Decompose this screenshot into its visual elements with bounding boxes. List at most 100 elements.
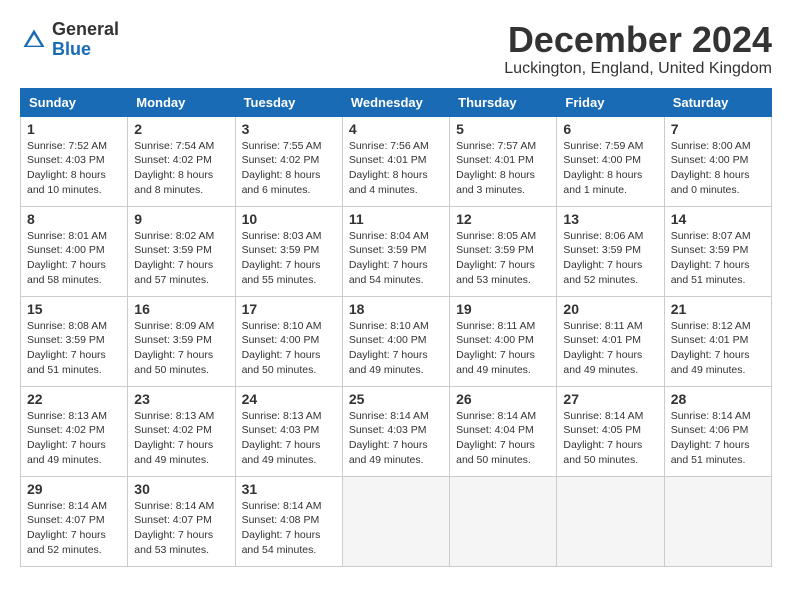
day-number: 3 xyxy=(242,121,336,137)
sunrise-label: Sunrise: 8:13 AM xyxy=(27,410,107,422)
day-number: 13 xyxy=(563,211,657,227)
day-info: Sunrise: 8:14 AM Sunset: 4:04 PM Dayligh… xyxy=(456,409,550,468)
day-number: 14 xyxy=(671,211,765,227)
sunset-label: Sunset: 4:07 PM xyxy=(134,514,212,526)
sunrise-label: Sunrise: 8:00 AM xyxy=(671,140,751,152)
calendar-day-cell: 30 Sunrise: 8:14 AM Sunset: 4:07 PM Dayl… xyxy=(128,476,235,566)
sunrise-label: Sunrise: 8:02 AM xyxy=(134,230,214,242)
sunrise-label: Sunrise: 8:11 AM xyxy=(456,320,535,332)
calendar-day-cell: 15 Sunrise: 8:08 AM Sunset: 3:59 PM Dayl… xyxy=(21,296,128,386)
sunrise-label: Sunrise: 8:14 AM xyxy=(27,500,107,512)
sunrise-label: Sunrise: 7:56 AM xyxy=(349,140,429,152)
calendar-week-row: 15 Sunrise: 8:08 AM Sunset: 3:59 PM Dayl… xyxy=(21,296,772,386)
day-info: Sunrise: 8:02 AM Sunset: 3:59 PM Dayligh… xyxy=(134,229,228,288)
calendar-day-cell: 13 Sunrise: 8:06 AM Sunset: 3:59 PM Dayl… xyxy=(557,206,664,296)
sunset-label: Sunset: 3:59 PM xyxy=(671,244,749,256)
sunset-label: Sunset: 4:00 PM xyxy=(456,334,534,346)
day-number: 29 xyxy=(27,481,121,497)
daylight-label: Daylight: 7 hours and 53 minutes. xyxy=(134,529,213,556)
sunset-label: Sunset: 4:03 PM xyxy=(27,154,105,166)
day-number: 22 xyxy=(27,391,121,407)
sunset-label: Sunset: 4:00 PM xyxy=(242,334,320,346)
daylight-label: Daylight: 7 hours and 55 minutes. xyxy=(242,259,321,286)
sunrise-label: Sunrise: 8:06 AM xyxy=(563,230,643,242)
calendar-day-cell: 19 Sunrise: 8:11 AM Sunset: 4:00 PM Dayl… xyxy=(450,296,557,386)
day-info: Sunrise: 8:09 AM Sunset: 3:59 PM Dayligh… xyxy=(134,319,228,378)
calendar-day-cell: 10 Sunrise: 8:03 AM Sunset: 3:59 PM Dayl… xyxy=(235,206,342,296)
day-number: 15 xyxy=(27,301,121,317)
sunrise-label: Sunrise: 7:55 AM xyxy=(242,140,322,152)
calendar-day-cell: 14 Sunrise: 8:07 AM Sunset: 3:59 PM Dayl… xyxy=(664,206,771,296)
day-number: 1 xyxy=(27,121,121,137)
sunset-label: Sunset: 4:06 PM xyxy=(671,424,749,436)
sunset-label: Sunset: 3:59 PM xyxy=(27,334,105,346)
day-number: 17 xyxy=(242,301,336,317)
day-info: Sunrise: 8:14 AM Sunset: 4:07 PM Dayligh… xyxy=(134,499,228,558)
calendar-day-cell: 25 Sunrise: 8:14 AM Sunset: 4:03 PM Dayl… xyxy=(342,386,449,476)
col-saturday: Saturday xyxy=(664,88,771,116)
month-year-title: December 2024 xyxy=(504,20,772,60)
day-info: Sunrise: 8:12 AM Sunset: 4:01 PM Dayligh… xyxy=(671,319,765,378)
daylight-label: Daylight: 8 hours and 1 minute. xyxy=(563,169,642,196)
sunrise-label: Sunrise: 8:13 AM xyxy=(242,410,322,422)
sunrise-label: Sunrise: 7:54 AM xyxy=(134,140,214,152)
day-number: 24 xyxy=(242,391,336,407)
day-info: Sunrise: 7:52 AM Sunset: 4:03 PM Dayligh… xyxy=(27,139,121,198)
calendar-table: Sunday Monday Tuesday Wednesday Thursday… xyxy=(20,88,772,567)
day-number: 12 xyxy=(456,211,550,227)
logo: General Blue xyxy=(20,20,119,60)
day-number: 11 xyxy=(349,211,443,227)
calendar-empty-cell xyxy=(342,476,449,566)
day-number: 28 xyxy=(671,391,765,407)
day-info: Sunrise: 8:05 AM Sunset: 3:59 PM Dayligh… xyxy=(456,229,550,288)
sunset-label: Sunset: 4:05 PM xyxy=(563,424,641,436)
col-thursday: Thursday xyxy=(450,88,557,116)
day-number: 7 xyxy=(671,121,765,137)
calendar-header-row: Sunday Monday Tuesday Wednesday Thursday… xyxy=(21,88,772,116)
calendar-empty-cell xyxy=(664,476,771,566)
daylight-label: Daylight: 7 hours and 51 minutes. xyxy=(671,259,750,286)
daylight-label: Daylight: 7 hours and 50 minutes. xyxy=(134,349,213,376)
daylight-label: Daylight: 7 hours and 57 minutes. xyxy=(134,259,213,286)
day-number: 2 xyxy=(134,121,228,137)
sunrise-label: Sunrise: 8:10 AM xyxy=(349,320,429,332)
day-info: Sunrise: 8:11 AM Sunset: 4:00 PM Dayligh… xyxy=(456,319,550,378)
col-sunday: Sunday xyxy=(21,88,128,116)
daylight-label: Daylight: 7 hours and 52 minutes. xyxy=(27,529,106,556)
daylight-label: Daylight: 7 hours and 49 minutes. xyxy=(563,349,642,376)
day-number: 31 xyxy=(242,481,336,497)
sunrise-label: Sunrise: 7:52 AM xyxy=(27,140,107,152)
sunset-label: Sunset: 3:59 PM xyxy=(349,244,427,256)
daylight-label: Daylight: 8 hours and 10 minutes. xyxy=(27,169,106,196)
day-number: 21 xyxy=(671,301,765,317)
sunrise-label: Sunrise: 7:57 AM xyxy=(456,140,536,152)
daylight-label: Daylight: 8 hours and 8 minutes. xyxy=(134,169,213,196)
sunrise-label: Sunrise: 8:08 AM xyxy=(27,320,107,332)
daylight-label: Daylight: 7 hours and 53 minutes. xyxy=(456,259,535,286)
calendar-week-row: 22 Sunrise: 8:13 AM Sunset: 4:02 PM Dayl… xyxy=(21,386,772,476)
title-block: December 2024 Luckington, England, Unite… xyxy=(504,20,772,78)
calendar-day-cell: 9 Sunrise: 8:02 AM Sunset: 3:59 PM Dayli… xyxy=(128,206,235,296)
day-info: Sunrise: 8:10 AM Sunset: 4:00 PM Dayligh… xyxy=(349,319,443,378)
daylight-label: Daylight: 7 hours and 49 minutes. xyxy=(134,439,213,466)
calendar-day-cell: 8 Sunrise: 8:01 AM Sunset: 4:00 PM Dayli… xyxy=(21,206,128,296)
sunset-label: Sunset: 4:03 PM xyxy=(349,424,427,436)
calendar-week-row: 8 Sunrise: 8:01 AM Sunset: 4:00 PM Dayli… xyxy=(21,206,772,296)
day-info: Sunrise: 8:13 AM Sunset: 4:02 PM Dayligh… xyxy=(27,409,121,468)
day-info: Sunrise: 8:14 AM Sunset: 4:07 PM Dayligh… xyxy=(27,499,121,558)
daylight-label: Daylight: 7 hours and 52 minutes. xyxy=(563,259,642,286)
calendar-day-cell: 4 Sunrise: 7:56 AM Sunset: 4:01 PM Dayli… xyxy=(342,116,449,206)
sunrise-label: Sunrise: 8:13 AM xyxy=(134,410,214,422)
daylight-label: Daylight: 7 hours and 49 minutes. xyxy=(27,439,106,466)
day-info: Sunrise: 7:55 AM Sunset: 4:02 PM Dayligh… xyxy=(242,139,336,198)
calendar-day-cell: 18 Sunrise: 8:10 AM Sunset: 4:00 PM Dayl… xyxy=(342,296,449,386)
day-number: 4 xyxy=(349,121,443,137)
sunset-label: Sunset: 4:01 PM xyxy=(349,154,427,166)
calendar-day-cell: 11 Sunrise: 8:04 AM Sunset: 3:59 PM Dayl… xyxy=(342,206,449,296)
sunset-label: Sunset: 4:00 PM xyxy=(671,154,749,166)
daylight-label: Daylight: 7 hours and 58 minutes. xyxy=(27,259,106,286)
sunset-label: Sunset: 3:59 PM xyxy=(456,244,534,256)
calendar-day-cell: 2 Sunrise: 7:54 AM Sunset: 4:02 PM Dayli… xyxy=(128,116,235,206)
sunrise-label: Sunrise: 8:14 AM xyxy=(456,410,536,422)
sunset-label: Sunset: 3:59 PM xyxy=(134,334,212,346)
